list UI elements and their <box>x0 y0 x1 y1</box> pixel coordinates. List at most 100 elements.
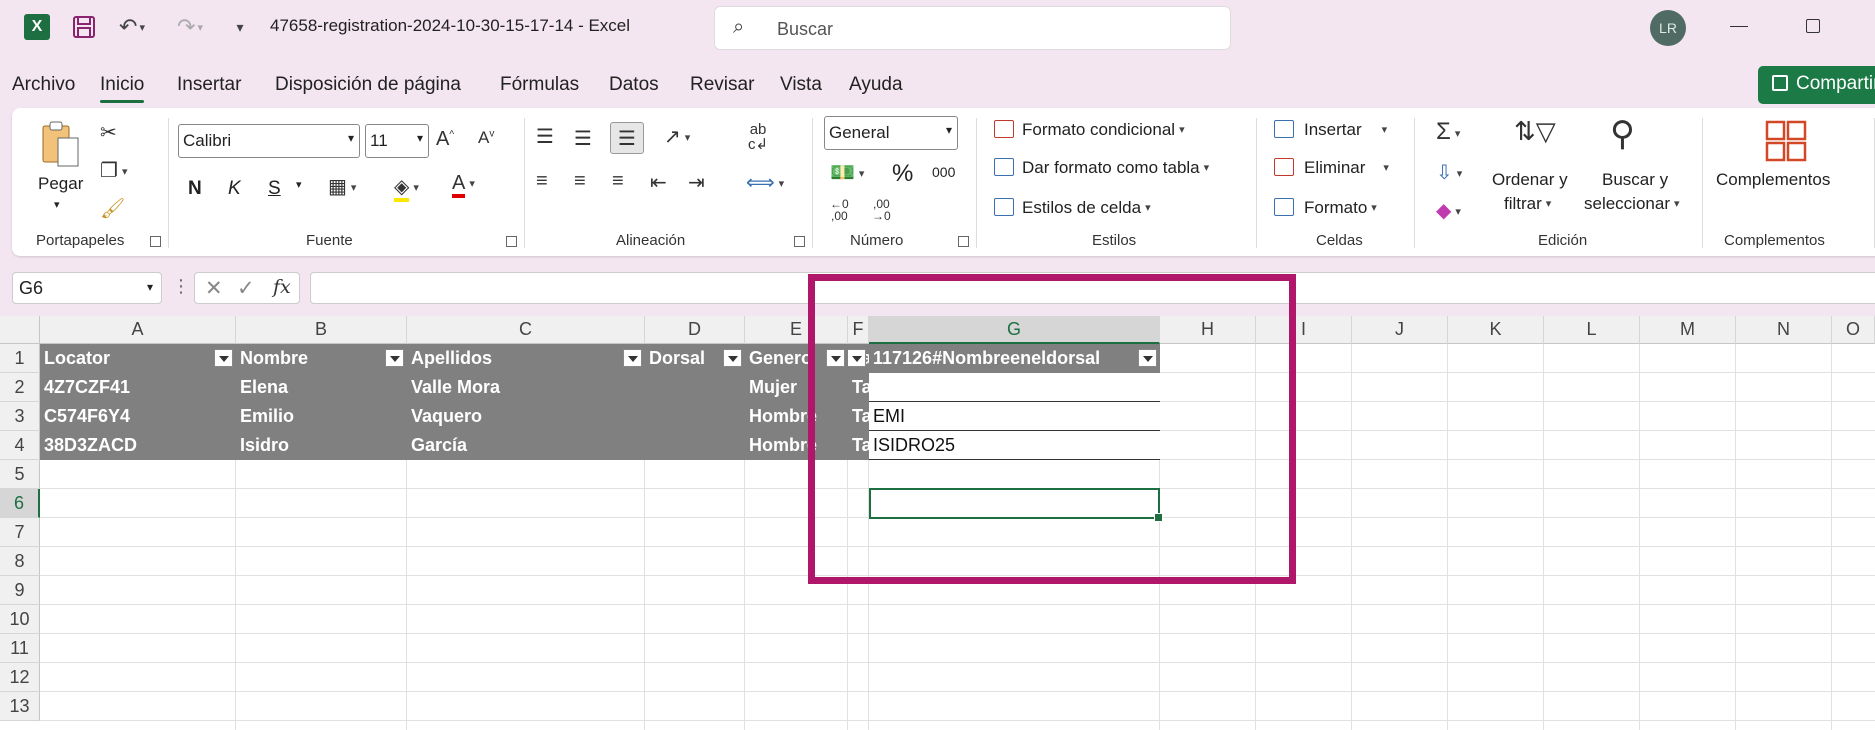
name-box[interactable]: G6 ▾ <box>12 272 162 304</box>
row-header-1[interactable]: 1 <box>0 344 40 373</box>
cancel-entry-icon[interactable]: ✕ <box>205 276 223 301</box>
italic-button[interactable]: K <box>228 178 241 200</box>
align-left-icon[interactable]: ≡ <box>536 170 548 193</box>
tab-ayuda[interactable]: Ayuda <box>849 74 903 96</box>
column-header-o[interactable]: O <box>1832 316 1875 344</box>
number-launcher-icon[interactable] <box>958 236 969 247</box>
bold-button[interactable]: N <box>188 178 202 200</box>
find-select-button[interactable]: seleccionar ▾ <box>1584 194 1680 214</box>
paste-dropdown-icon[interactable]: ▾ <box>54 198 60 211</box>
orientation-icon[interactable]: ↗ ▾ <box>664 124 690 149</box>
font-launcher-icon[interactable] <box>506 236 517 247</box>
save-icon[interactable] <box>70 14 98 40</box>
search-input[interactable]: ⌕ Buscar <box>714 6 1231 50</box>
align-middle-icon[interactable]: ☰ <box>574 126 592 151</box>
decrease-font-icon[interactable]: Av <box>478 128 494 148</box>
format-as-table-button[interactable]: Dar formato como tabla ▾ <box>1022 158 1209 178</box>
align-center-icon[interactable]: ≡ <box>574 170 586 193</box>
row-header-10[interactable]: 10 <box>0 605 40 634</box>
formula-bar-grip-icon[interactable]: ⋮ <box>172 276 190 297</box>
row-header-8[interactable]: 8 <box>0 547 40 576</box>
font-size-select[interactable]: 11 ▾ <box>365 124 429 158</box>
paste-icon[interactable] <box>40 120 80 168</box>
table-row-cell[interactable]: Vaquero <box>407 402 645 431</box>
minimize-icon[interactable] <box>1730 26 1748 27</box>
table-row-cell[interactable] <box>645 373 745 402</box>
sort-filter-button[interactable]: filtrar ▾ <box>1504 194 1551 214</box>
accounting-format-icon[interactable]: 💵 ▾ <box>830 160 864 185</box>
decrease-indent-icon[interactable]: ⇤ <box>650 170 667 195</box>
customize-toolbar-icon[interactable]: ▾ <box>230 14 250 40</box>
confirm-entry-icon[interactable]: ✓ <box>237 276 255 301</box>
conditional-format-button[interactable]: Formato condicional ▾ <box>1022 120 1185 140</box>
tab-vista[interactable]: Vista <box>780 74 822 96</box>
clear-icon[interactable]: ◆ ▾ <box>1436 198 1461 223</box>
find-select-label-1[interactable]: Buscar y <box>1602 170 1668 190</box>
font-name-select[interactable]: Calibri ▾ <box>178 124 360 158</box>
redo-icon[interactable]: ↷ ▾ <box>170 14 210 40</box>
table-row-cell[interactable]: 4Z7CZF41 <box>40 373 236 402</box>
column-header-a[interactable]: A <box>40 316 236 344</box>
increase-indent-icon[interactable]: ⇥ <box>688 170 705 195</box>
thousands-button[interactable]: 000 <box>932 164 955 180</box>
column-header-m[interactable]: M <box>1640 316 1736 344</box>
align-right-icon[interactable]: ≡ <box>612 170 624 193</box>
table-row-cell[interactable]: Isidro <box>236 431 407 460</box>
row-header-2[interactable]: 2 <box>0 373 40 402</box>
decrease-decimal-icon[interactable]: ,00 →0 <box>872 198 891 222</box>
tab-archivo[interactable]: Archivo <box>12 74 75 96</box>
addins-button[interactable]: Complementos <box>1716 170 1830 190</box>
insert-function-icon[interactable]: fx <box>273 276 291 298</box>
tab-formulas[interactable]: Fórmulas <box>500 74 579 96</box>
row-header-7[interactable]: 7 <box>0 518 40 547</box>
number-format-select[interactable]: General ▾ <box>824 116 958 150</box>
row-header-9[interactable]: 9 <box>0 576 40 605</box>
find-select-icon[interactable]: ⚲ <box>1610 114 1635 154</box>
tab-revisar[interactable]: Revisar <box>690 74 754 96</box>
paste-label[interactable]: Pegar <box>38 174 83 194</box>
row-header-4[interactable]: 4 <box>0 431 40 460</box>
row-header-13[interactable]: 13 <box>0 692 40 721</box>
table-row-cell[interactable]: 38D3ZACD <box>40 431 236 460</box>
row-header-6[interactable]: 6 <box>0 489 40 518</box>
filter-dropdown-icon[interactable] <box>214 349 233 367</box>
table-header-cell[interactable]: Locator <box>40 344 236 373</box>
tab-disposicion[interactable]: Disposición de página <box>275 74 461 96</box>
alignment-launcher-icon[interactable] <box>794 236 805 247</box>
addins-icon[interactable] <box>1764 120 1808 164</box>
insert-cells-button[interactable]: Insertar ▾ <box>1304 120 1387 140</box>
column-header-k[interactable]: K <box>1448 316 1544 344</box>
table-header-cell[interactable]: Nombre <box>236 344 407 373</box>
copy-icon[interactable]: ❐ ▾ <box>100 158 127 183</box>
tab-inicio[interactable]: Inicio <box>100 74 145 103</box>
row-header-12[interactable]: 12 <box>0 663 40 692</box>
row-header-5[interactable]: 5 <box>0 460 40 489</box>
table-row-cell[interactable]: Elena <box>236 373 407 402</box>
fill-color-icon[interactable]: ◈ ▾ <box>394 174 419 202</box>
table-row-cell[interactable]: Valle Mora <box>407 373 645 402</box>
avatar[interactable]: LR <box>1650 10 1686 46</box>
merge-center-icon[interactable]: ⟺ ▾ <box>746 170 784 195</box>
wrap-text-icon[interactable]: ab c↲ <box>748 122 768 152</box>
filter-dropdown-icon[interactable] <box>623 349 642 367</box>
column-header-l[interactable]: L <box>1544 316 1640 344</box>
column-header-b[interactable]: B <box>236 316 407 344</box>
format-cells-button[interactable]: Formato ▾ <box>1304 198 1377 218</box>
tab-insertar[interactable]: Insertar <box>177 74 241 96</box>
underline-button[interactable]: S <box>268 178 281 200</box>
delete-cells-button[interactable]: Eliminar ▾ <box>1304 158 1389 178</box>
filter-dropdown-icon[interactable] <box>385 349 404 367</box>
clipboard-launcher-icon[interactable] <box>150 236 161 247</box>
undo-icon[interactable]: ↶ ▾ <box>112 14 152 40</box>
table-header-cell[interactable]: Apellidos <box>407 344 645 373</box>
font-color-icon[interactable]: A ▾ <box>452 172 475 198</box>
underline-dropdown-icon[interactable]: ▾ <box>296 178 302 191</box>
align-top-icon[interactable]: ☰ <box>536 124 554 149</box>
table-row-cell[interactable]: Emilio <box>236 402 407 431</box>
filter-dropdown-icon[interactable] <box>723 349 742 367</box>
maximize-icon[interactable] <box>1806 19 1820 33</box>
table-row-cell[interactable] <box>645 402 745 431</box>
row-header-11[interactable]: 11 <box>0 634 40 663</box>
column-header-d[interactable]: D <box>645 316 745 344</box>
cell-styles-button[interactable]: Estilos de celda ▾ <box>1022 198 1151 218</box>
